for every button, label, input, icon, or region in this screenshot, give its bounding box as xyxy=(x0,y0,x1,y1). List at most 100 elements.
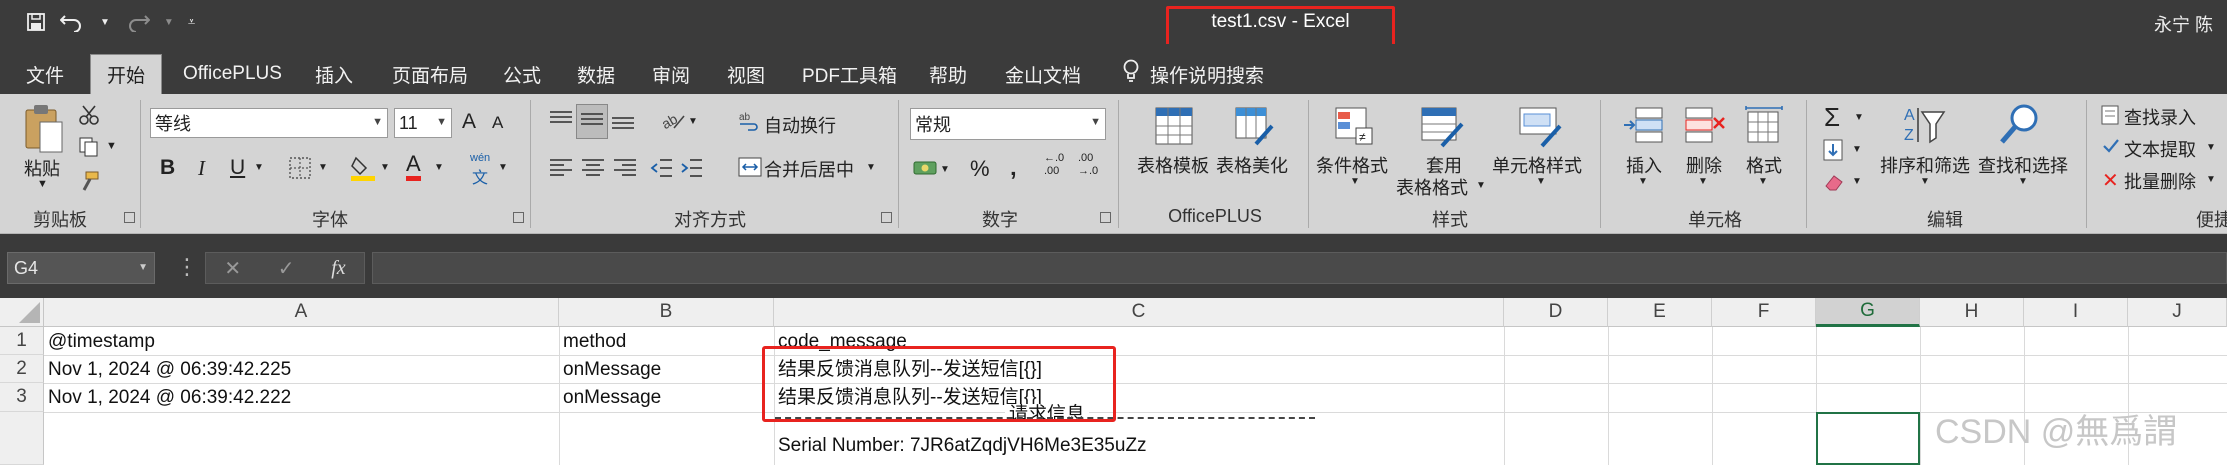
cell-a3[interactable]: Nov 1, 2024 @ 06:39:42.222 xyxy=(48,384,291,412)
merge-center-button[interactable]: 合并后居中 xyxy=(764,156,854,182)
batch-delete-dropdown-icon[interactable]: ▼ xyxy=(2206,174,2216,185)
autosum-dropdown-icon[interactable]: ▼ xyxy=(1854,112,1864,123)
table-templates-icon[interactable] xyxy=(1154,104,1194,153)
row-header-2[interactable]: 2 xyxy=(0,355,44,383)
column-header-b[interactable]: B xyxy=(559,298,774,327)
table-beautify-icon[interactable] xyxy=(1234,104,1274,153)
formula-input[interactable] xyxy=(372,252,2227,284)
text-extract-button[interactable]: 文本提取 xyxy=(2124,136,2196,162)
insert-dropdown-icon[interactable]: ▼ xyxy=(1638,176,1648,187)
enter-icon[interactable]: ✓ xyxy=(278,256,295,281)
find-entry-button[interactable]: 查找录入 xyxy=(2124,104,2196,130)
font-launcher-icon[interactable] xyxy=(513,212,524,223)
save-icon[interactable] xyxy=(26,8,46,36)
phonetic-guide-top[interactable]: wén xyxy=(470,152,490,164)
column-header-e[interactable]: E xyxy=(1608,298,1712,327)
tab-help[interactable]: 帮助 xyxy=(929,54,967,94)
number-launcher-icon[interactable] xyxy=(1100,212,1111,223)
wrap-text-button[interactable]: 自动换行 xyxy=(764,112,836,138)
fill-dropdown-icon[interactable]: ▼ xyxy=(1852,144,1862,155)
font-color-dropdown-icon[interactable]: ▼ xyxy=(434,162,444,173)
insert-cells-button[interactable]: 插入 xyxy=(1626,152,1662,178)
column-header-j[interactable]: J xyxy=(2128,298,2227,327)
cell-c4-serial[interactable]: Serial Number: 7JR6atZqdjVH6Me3E35uZz xyxy=(778,432,1147,460)
comma-style-button[interactable]: ‚ xyxy=(1010,154,1017,182)
accounting-dropdown-icon[interactable]: ▼ xyxy=(940,164,950,175)
autosum-icon[interactable]: Σ xyxy=(1824,102,1840,133)
align-bottom-icon[interactable] xyxy=(610,108,636,137)
batch-delete-icon[interactable]: ✕ xyxy=(2102,168,2119,193)
merge-center-icon[interactable] xyxy=(738,156,762,183)
number-format-select[interactable]: 常规 ▼ xyxy=(910,108,1106,140)
borders-dropdown-icon[interactable]: ▼ xyxy=(318,162,328,173)
find-entry-icon[interactable] xyxy=(2100,104,2122,131)
alignment-launcher-icon[interactable] xyxy=(881,212,892,223)
cell-styles-icon[interactable] xyxy=(1518,104,1562,153)
column-header-i[interactable]: I xyxy=(2024,298,2128,327)
sort-filter-dropdown-icon[interactable]: ▼ xyxy=(1920,176,1930,187)
align-left-icon[interactable] xyxy=(548,156,574,185)
underline-dropdown-icon[interactable]: ▼ xyxy=(254,162,264,173)
insert-cells-icon[interactable] xyxy=(1622,104,1666,153)
italic-button[interactable]: I xyxy=(198,156,205,181)
format-cells-icon[interactable] xyxy=(1742,104,1786,153)
align-middle-icon[interactable] xyxy=(576,104,608,139)
font-color-icon[interactable]: A xyxy=(406,152,421,181)
tab-insert[interactable]: 插入 xyxy=(315,54,353,94)
tab-view[interactable]: 视图 xyxy=(727,54,765,94)
column-header-a[interactable]: A xyxy=(44,298,559,327)
tell-me-search[interactable]: 操作说明搜索 xyxy=(1122,54,1264,94)
paste-dropdown-icon[interactable]: ▼ xyxy=(37,178,48,190)
row-header-1[interactable]: 1 xyxy=(0,327,44,355)
cell-styles-button[interactable]: 单元格样式 xyxy=(1492,152,1582,178)
row-header-4[interactable] xyxy=(0,412,44,465)
text-extract-icon[interactable] xyxy=(2100,136,2122,163)
tab-formulas[interactable]: 公式 xyxy=(503,54,541,94)
redo-icon[interactable] xyxy=(124,8,150,36)
redo-dropdown-icon[interactable]: ▼ xyxy=(164,8,174,36)
batch-delete-button[interactable]: 批量删除 xyxy=(2124,168,2196,194)
format-as-table-label-2[interactable]: 表格格式 xyxy=(1396,174,1468,200)
cancel-icon[interactable]: ✕ xyxy=(224,256,241,281)
find-select-dropdown-icon[interactable]: ▼ xyxy=(2018,176,2028,187)
grow-font-icon[interactable]: A xyxy=(462,110,476,134)
delete-cells-icon[interactable] xyxy=(1682,104,1726,153)
phonetic-guide-icon[interactable]: 文 xyxy=(472,164,488,188)
tab-pdf-toolbox[interactable]: PDF工具箱 xyxy=(802,54,897,94)
clipboard-launcher-icon[interactable] xyxy=(124,212,135,223)
insert-function-icon[interactable]: fx xyxy=(331,257,345,280)
decrease-indent-icon[interactable] xyxy=(650,156,674,185)
sort-filter-button[interactable]: 排序和筛选 xyxy=(1880,152,1970,178)
format-as-table-icon[interactable] xyxy=(1420,104,1464,153)
merge-dropdown-icon[interactable]: ▼ xyxy=(866,162,876,173)
cell-styles-dropdown-icon[interactable]: ▼ xyxy=(1536,176,1546,187)
cell-b1[interactable]: method xyxy=(563,328,626,356)
column-header-f[interactable]: F xyxy=(1712,298,1816,327)
format-painter-icon[interactable] xyxy=(78,170,100,197)
select-all-corner[interactable] xyxy=(0,298,44,327)
cell-a2[interactable]: Nov 1, 2024 @ 06:39:42.225 xyxy=(48,356,291,384)
delete-cells-button[interactable]: 删除 xyxy=(1686,152,1722,178)
sort-filter-icon[interactable]: AZ xyxy=(1902,102,1946,153)
cell-a1[interactable]: @timestamp xyxy=(48,328,155,356)
tab-review[interactable]: 审阅 xyxy=(652,54,690,94)
cell-b3[interactable]: onMessage xyxy=(563,384,661,412)
clear-dropdown-icon[interactable]: ▼ xyxy=(1852,176,1862,187)
active-cell-g4[interactable] xyxy=(1816,412,1920,465)
undo-dropdown-icon[interactable]: ▼ xyxy=(100,8,110,36)
format-dropdown-icon[interactable]: ▼ xyxy=(1758,176,1768,187)
tab-file[interactable]: 文件 xyxy=(26,54,64,94)
fill-color-dropdown-icon[interactable]: ▼ xyxy=(380,162,390,173)
underline-button[interactable]: U xyxy=(230,156,245,180)
wrap-text-icon[interactable]: ab xyxy=(738,110,760,137)
column-header-d[interactable]: D xyxy=(1504,298,1608,327)
orientation-dropdown-icon[interactable]: ▼ xyxy=(688,116,698,127)
conditional-formatting-button[interactable]: 条件格式 xyxy=(1316,152,1388,178)
find-select-button[interactable]: 查找和选择 xyxy=(1978,152,2068,178)
delete-dropdown-icon[interactable]: ▼ xyxy=(1698,176,1708,187)
format-as-table-dropdown-icon[interactable]: ▼ xyxy=(1476,180,1486,191)
percent-style-button[interactable]: % xyxy=(970,156,990,182)
clear-icon[interactable] xyxy=(1822,170,1846,199)
increase-decimal-button[interactable]: ←.0 .00 xyxy=(1044,152,1064,178)
fill-down-icon[interactable] xyxy=(1822,138,1846,167)
